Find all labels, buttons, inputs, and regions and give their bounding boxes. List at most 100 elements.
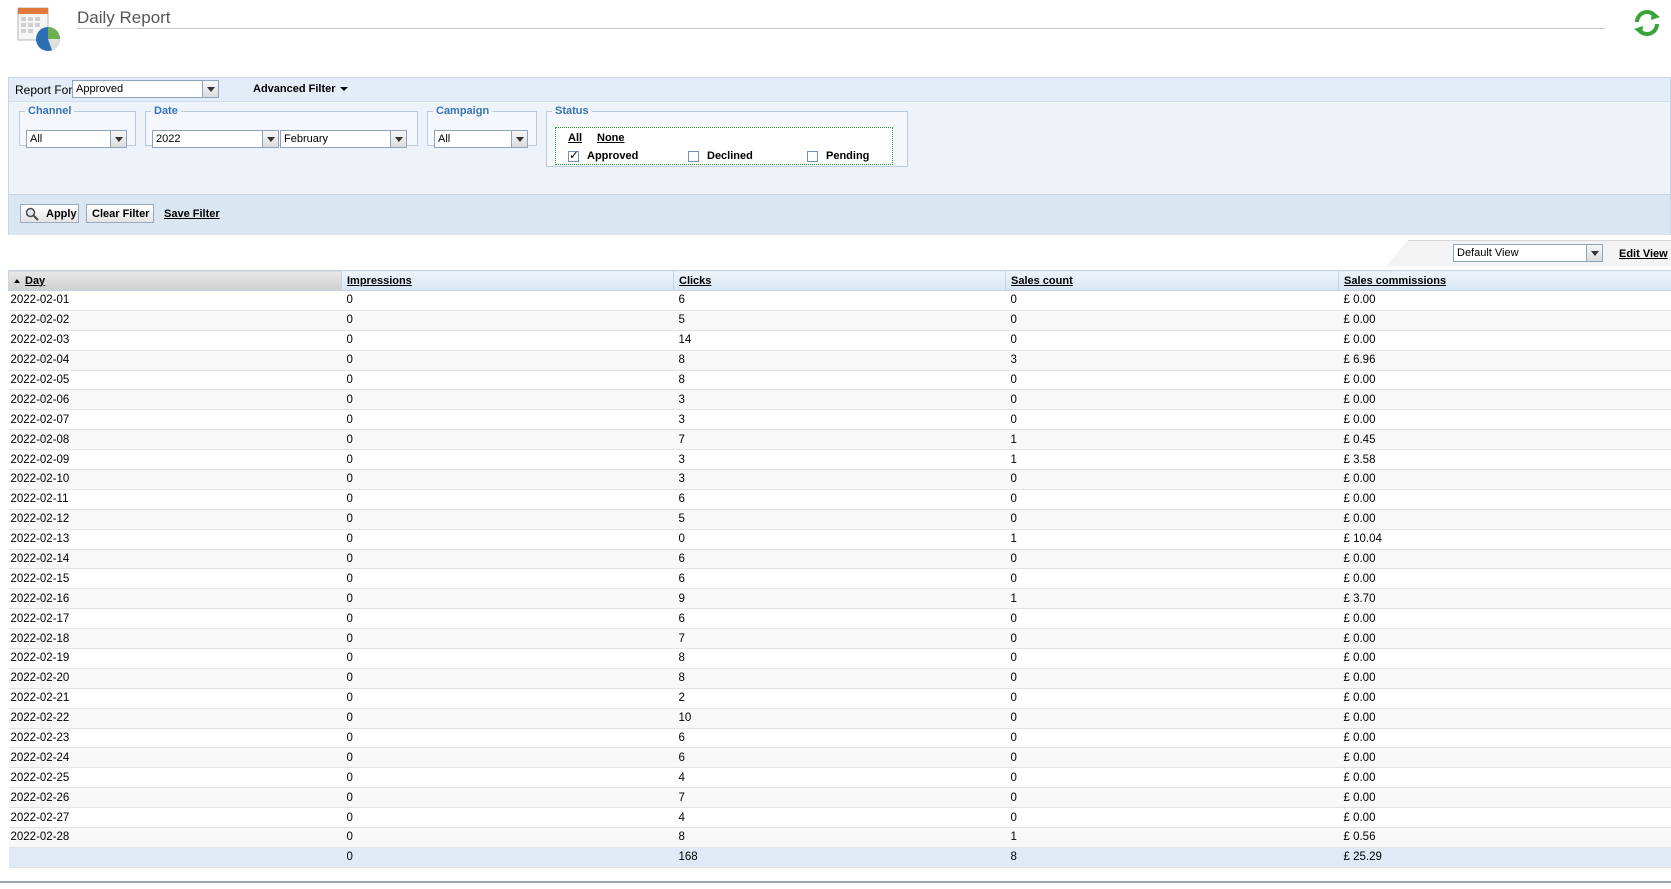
column-header-label[interactable]: Sales commissions	[1344, 275, 1446, 287]
cell-sales-count: 0	[1005, 787, 1339, 809]
cell-impressions: 0	[341, 588, 674, 610]
cell-sales-commissions: £ 3.70	[1338, 588, 1671, 610]
chevron-down-icon[interactable]	[202, 81, 218, 97]
cell-sales-commissions: £ 0.00	[1338, 568, 1671, 590]
cell-clicks: 8	[673, 648, 1006, 669]
total-cell-day	[8, 846, 342, 868]
chevron-down-icon[interactable]	[262, 131, 278, 147]
report-for-select[interactable]: Approved	[72, 80, 219, 98]
campaign-value: All	[438, 133, 451, 145]
cell-clicks: 6	[673, 549, 1006, 570]
cell-clicks: 8	[673, 350, 1006, 371]
chevron-down-icon[interactable]	[511, 131, 527, 147]
table-row: 2022-02-07 0 3 0 £ 0.00	[8, 409, 1671, 431]
cell-day: 2022-02-04	[8, 350, 342, 371]
campaign-group: Campaign All	[427, 105, 537, 148]
approved-label: Approved	[587, 150, 639, 162]
year-value: 2022	[156, 133, 181, 145]
status-all-link[interactable]: All	[568, 132, 582, 144]
cell-clicks: 0	[673, 529, 1006, 550]
cell-sales-commissions: £ 0.00	[1338, 469, 1671, 490]
cell-clicks: 6	[673, 568, 1006, 590]
cell-sales-commissions: £ 0.00	[1338, 330, 1671, 351]
table-row: 2022-02-18 0 7 0 £ 0.00	[8, 628, 1671, 650]
cell-sales-count: 3	[1005, 350, 1339, 371]
cell-clicks: 6	[673, 489, 1006, 510]
column-header-day[interactable]: Day	[8, 270, 342, 291]
column-header-label[interactable]: Impressions	[347, 275, 412, 287]
channel-select[interactable]: All	[26, 130, 127, 148]
cell-sales-count: 0	[1005, 549, 1339, 570]
report-for-label: Report For	[15, 83, 73, 97]
cell-sales-commissions: £ 6.96	[1338, 350, 1671, 371]
column-header-label[interactable]: Sales count	[1011, 275, 1073, 287]
campaign-select[interactable]: All	[434, 130, 528, 148]
cell-clicks: 3	[673, 449, 1006, 471]
cell-clicks: 5	[673, 509, 1006, 530]
cell-clicks: 3	[673, 409, 1006, 431]
cell-clicks: 7	[673, 628, 1006, 650]
cell-sales-commissions: £ 0.00	[1338, 747, 1671, 769]
cell-impressions: 0	[341, 827, 674, 848]
cell-day: 2022-02-03	[8, 330, 342, 351]
cell-day: 2022-02-10	[8, 469, 342, 490]
chevron-down-icon[interactable]	[1586, 245, 1602, 261]
chevron-down-icon[interactable]	[110, 131, 126, 147]
grid-body: 2022-02-01 0 6 0 £ 0.00 2022-02-02 0 5 0 £ 0.00 20…	[8, 290, 1671, 868]
chevron-down-icon[interactable]	[390, 131, 406, 147]
cell-sales-commissions: £ 0.00	[1338, 489, 1671, 510]
advanced-filter-toggle[interactable]: Advanced Filter	[253, 83, 348, 95]
totals-row: 0 168 8 £ 25.29	[8, 846, 1671, 868]
cell-impressions: 0	[341, 728, 674, 749]
filter-actions: Apply Clear Filter Save Filter	[9, 194, 1670, 235]
cell-day: 2022-02-09	[8, 449, 342, 471]
title-divider	[77, 28, 1605, 29]
pending-checkbox[interactable]	[807, 151, 818, 162]
column-header-label[interactable]: Clicks	[679, 275, 711, 287]
cell-sales-count: 0	[1005, 409, 1339, 431]
cell-sales-count: 1	[1005, 529, 1339, 550]
cell-sales-commissions: £ 0.00	[1338, 668, 1671, 689]
apply-button[interactable]: Apply	[20, 204, 79, 223]
year-select[interactable]: 2022	[152, 130, 279, 148]
table-row: 2022-02-04 0 8 3 £ 6.96	[8, 350, 1671, 371]
column-header-sales-count[interactable]: Sales count	[1005, 270, 1339, 291]
approved-checkbox[interactable]	[568, 148, 579, 162]
cell-clicks: 7	[673, 787, 1006, 809]
cell-sales-count: 0	[1005, 807, 1339, 829]
column-header-impressions[interactable]: Impressions	[341, 270, 674, 291]
report-calendar-chart-icon	[17, 7, 60, 51]
table-row: 2022-02-13 0 0 1 £ 10.04	[8, 529, 1671, 550]
caret-down-icon	[339, 87, 348, 92]
column-header-clicks[interactable]: Clicks	[673, 270, 1006, 291]
table-row: 2022-02-16 0 9 1 £ 3.70	[8, 588, 1671, 610]
clear-filter-button[interactable]: Clear Filter	[86, 204, 154, 223]
save-filter-link[interactable]: Save Filter	[164, 208, 220, 220]
declined-checkbox[interactable]	[688, 151, 699, 162]
view-bar: Default View Edit View	[8, 240, 1671, 266]
channel-legend: Channel	[28, 105, 72, 117]
table-row: 2022-02-12 0 5 0 £ 0.00	[8, 509, 1671, 530]
sort-ascending-icon	[14, 278, 20, 283]
cell-impressions: 0	[341, 409, 674, 431]
clear-filter-label: Clear Filter	[92, 208, 150, 220]
table-row: 2022-02-06 0 3 0 £ 0.00	[8, 389, 1671, 411]
table-row: 2022-02-21 0 2 0 £ 0.00	[8, 688, 1671, 709]
column-header-label[interactable]: Day	[25, 275, 45, 287]
table-row: 2022-02-02 0 5 0 £ 0.00	[8, 310, 1671, 331]
column-header-sales-commissions[interactable]: Sales commissions	[1338, 270, 1671, 291]
cell-sales-count: 0	[1005, 608, 1339, 630]
cell-impressions: 0	[341, 747, 674, 769]
cell-clicks: 10	[673, 708, 1006, 729]
table-row: 2022-02-01 0 6 0 £ 0.00	[8, 290, 1671, 311]
view-select[interactable]: Default View	[1453, 244, 1603, 262]
total-cell-impressions: 0	[341, 846, 674, 868]
cell-impressions: 0	[341, 648, 674, 669]
month-select[interactable]: February	[280, 130, 407, 148]
cell-impressions: 0	[341, 449, 674, 471]
status-none-link[interactable]: None	[597, 132, 625, 144]
grid-header-row: Day Impressions Clicks Sales count Sales…	[8, 270, 1671, 291]
refresh-arrows-icon[interactable]	[1632, 8, 1662, 38]
edit-view-link[interactable]: Edit View	[1619, 248, 1668, 260]
table-row: 2022-02-14 0 6 0 £ 0.00	[8, 549, 1671, 570]
